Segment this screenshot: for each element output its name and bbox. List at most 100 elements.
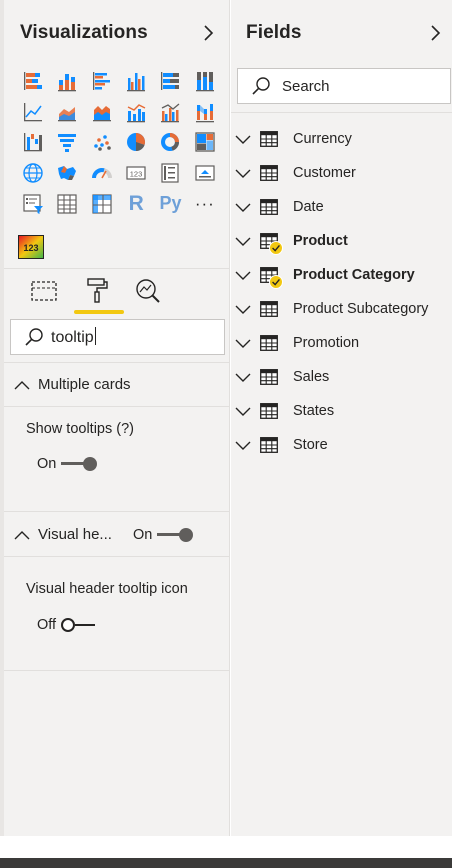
field-table-product[interactable]: Product: [233, 226, 451, 256]
table-icon: [260, 199, 278, 215]
more-visuals-icon[interactable]: ···: [188, 190, 222, 218]
active-tab-indicator: [74, 310, 124, 314]
visual-header-section-header[interactable]: Visual he...: [14, 526, 112, 543]
field-table-label: Date: [293, 199, 324, 215]
clustered-column-chart-icon[interactable]: [119, 67, 153, 95]
fields-title: Fields: [246, 22, 302, 43]
pie-chart-icon[interactable]: [119, 128, 153, 156]
field-table-date[interactable]: Date: [233, 192, 451, 222]
gauge-icon[interactable]: [85, 159, 119, 187]
taskbar-strip: [0, 858, 452, 868]
area-chart-icon[interactable]: [50, 98, 84, 126]
slicer-icon[interactable]: [16, 190, 50, 218]
line-chart-icon[interactable]: [16, 98, 50, 126]
search-icon: [252, 77, 270, 95]
treemap-icon[interactable]: [188, 128, 222, 156]
format-search-value: tooltip: [51, 327, 96, 346]
ribbon-chart-icon[interactable]: [188, 98, 222, 126]
fields-tab-icon[interactable]: [29, 276, 59, 306]
format-paint-roller-icon[interactable]: [82, 276, 112, 306]
field-table-label: Product Category: [293, 267, 415, 283]
line-and-stacked-column-chart-icon[interactable]: [119, 98, 153, 126]
field-table-label: States: [293, 403, 335, 419]
r-visual-icon[interactable]: R: [119, 190, 153, 218]
toggle-track: [61, 457, 99, 471]
100-stacked-column-chart-icon[interactable]: [188, 67, 222, 95]
field-table-currency[interactable]: Currency: [233, 124, 451, 154]
stacked-area-chart-icon[interactable]: [85, 98, 119, 126]
divider: [4, 406, 230, 407]
field-table-label: Store: [293, 437, 328, 453]
visual-header-toggle[interactable]: On: [133, 527, 195, 543]
field-table-label: Customer: [293, 165, 356, 181]
multi-row-card-icon[interactable]: [153, 159, 187, 187]
matrix-icon[interactable]: [85, 190, 119, 218]
multiple-cards-section-header[interactable]: Multiple cards: [14, 376, 131, 393]
field-table-product-subcategory[interactable]: Product Subcategory: [233, 294, 451, 324]
bottom-gap: [0, 836, 452, 858]
svg-text:123: 123: [130, 170, 143, 179]
divider: [4, 670, 230, 671]
chevron-down-icon: [235, 169, 251, 178]
table-icon[interactable]: [50, 190, 84, 218]
table-icon: [260, 335, 278, 351]
format-search-input[interactable]: tooltip: [10, 319, 225, 355]
toggle-track: [157, 528, 195, 542]
field-table-states[interactable]: States: [233, 396, 451, 426]
filled-map-icon[interactable]: [50, 159, 84, 187]
table-icon: [260, 165, 278, 181]
show-tooltips-toggle[interactable]: On: [37, 456, 99, 472]
field-table-promotion[interactable]: Promotion: [233, 328, 451, 358]
line-and-clustered-column-chart-icon[interactable]: [153, 98, 187, 126]
visualizations-pane: Visualizations 123 R Py ··· 123 tooltip …: [4, 0, 230, 836]
field-table-customer[interactable]: Customer: [233, 158, 451, 188]
chevron-down-icon: [235, 237, 251, 246]
card-icon[interactable]: 123: [119, 159, 153, 187]
funnel-icon[interactable]: [50, 128, 84, 156]
collapse-visualizations-chevron-icon[interactable]: [200, 24, 216, 42]
field-table-product-category[interactable]: Product Category: [233, 260, 451, 290]
chevron-up-icon: [14, 380, 30, 389]
chevron-up-icon: [14, 530, 30, 539]
table-icon: [260, 233, 283, 255]
field-table-label: Currency: [293, 131, 352, 147]
toggle-track: [61, 618, 99, 632]
chevron-down-icon: [235, 271, 251, 280]
visualizations-title: Visualizations: [20, 22, 148, 43]
stacked-column-chart-icon[interactable]: [50, 67, 84, 95]
field-table-label: Sales: [293, 369, 330, 385]
chevron-down-icon: [235, 135, 251, 144]
kpi-icon[interactable]: [188, 159, 222, 187]
map-icon[interactable]: [16, 159, 50, 187]
visual-type-gallery: 123 R Py ···: [16, 66, 222, 219]
custom-visual-icon[interactable]: 123: [18, 235, 44, 259]
chevron-down-icon: [235, 441, 251, 450]
donut-chart-icon[interactable]: [153, 128, 187, 156]
scatter-chart-icon[interactable]: [85, 128, 119, 156]
table-icon: [260, 437, 278, 453]
fields-search-input[interactable]: Search: [237, 68, 451, 104]
checkmark-badge-icon: [269, 241, 283, 255]
divider: [4, 556, 230, 557]
show-tooltips-label: Show tooltips (?): [26, 421, 134, 437]
field-table-label: Product Subcategory: [293, 301, 429, 317]
table-icon: [260, 369, 278, 385]
100-stacked-bar-chart-icon[interactable]: [153, 67, 187, 95]
collapse-fields-chevron-icon[interactable]: [427, 24, 443, 42]
analytics-magnifier-icon[interactable]: [133, 276, 163, 306]
table-icon: [260, 301, 278, 317]
field-table-store[interactable]: Store: [233, 430, 451, 460]
visual-header-tooltip-icon-toggle[interactable]: Off: [37, 617, 99, 633]
python-visual-icon[interactable]: Py: [153, 190, 187, 218]
table-icon: [260, 267, 283, 289]
stacked-bar-chart-icon[interactable]: [16, 67, 50, 95]
checkmark-badge-icon: [269, 275, 283, 289]
table-icon: [260, 403, 278, 419]
clustered-bar-chart-icon[interactable]: [85, 67, 119, 95]
divider: [4, 511, 230, 512]
field-table-label: Promotion: [293, 335, 360, 351]
search-icon: [25, 328, 43, 346]
waterfall-chart-icon[interactable]: [16, 128, 50, 156]
divider: [231, 112, 452, 113]
field-table-sales[interactable]: Sales: [233, 362, 451, 392]
